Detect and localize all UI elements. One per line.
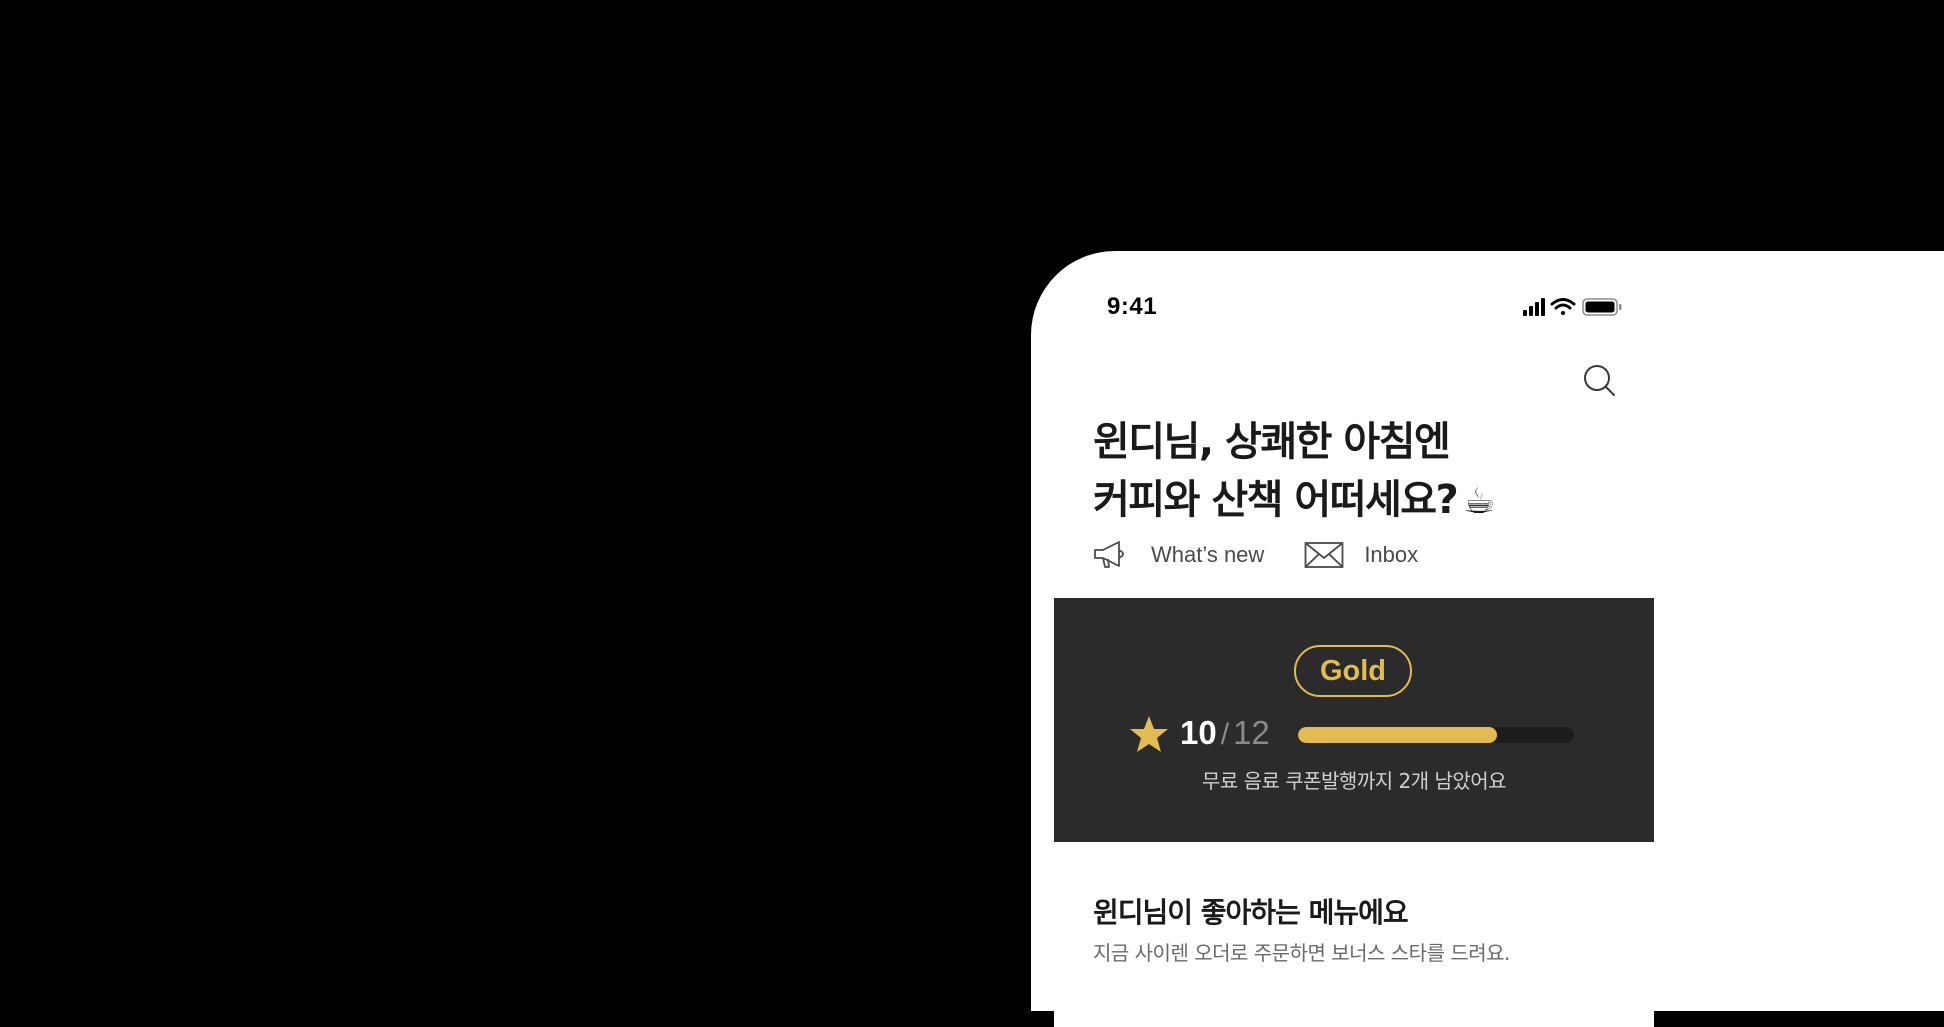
greeting-heading: 윈디님, 상쾌한 아침엔 커피와 산책 어떠세요? ☕ (1093, 413, 1593, 531)
stars-total: 12 (1233, 714, 1270, 751)
rewards-note: 무료 음료 쿠폰발행까지 2개 남았어요 (1201, 769, 1507, 793)
tier-badge: Gold (1294, 645, 1412, 697)
stars-current: 10 (1180, 714, 1217, 751)
star-count: 10/12 (1180, 714, 1270, 752)
favorites-title: 윈디님이 좋아하는 메뉴에요 (1093, 896, 1409, 929)
megaphone-icon (1094, 541, 1124, 568)
star-progress-fill (1298, 727, 1497, 743)
stars-separator: / (1220, 718, 1230, 751)
coffee-emoji: ☕ (1463, 481, 1495, 522)
status-bar: 9:41 (1031, 251, 1656, 327)
phone-frame: 9:41 윈디님, 상쾌한 아침엔 커피와 산책 어떠세요? ☕ What’s … (1031, 251, 1944, 1027)
status-icons (1523, 298, 1622, 316)
battery-icon (1582, 298, 1622, 316)
greeting-line-1: 윈디님, 상쾌한 아침엔 (1093, 419, 1451, 465)
home-screen: 윈디님, 상쾌한 아침엔 커피와 산책 어떠세요? ☕ What’s new In… (1054, 327, 1654, 1027)
inbox-label: Inbox (1364, 542, 1419, 567)
wifi-icon (1550, 298, 1576, 315)
favorites-subtitle: 지금 사이렌 오더로 주문하면 보너스 스타를 드려요. (1093, 941, 1510, 965)
status-time: 9:41 (1107, 293, 1158, 320)
greeting-line-2-text: 커피와 산책 어떠세요? (1093, 477, 1459, 523)
search-button[interactable] (1580, 362, 1620, 402)
rewards-panel[interactable]: Gold 10/12 무료 음료 쿠폰발행까지 2개 남았어요 (1054, 598, 1654, 842)
whats-new-label: What’s new (1151, 542, 1265, 567)
search-icon (1584, 365, 1615, 396)
inbox-link[interactable]: Inbox (1304, 541, 1418, 569)
cellular-signal-icon (1523, 298, 1545, 316)
whats-new-link[interactable]: What’s new (1093, 540, 1264, 570)
quick-links: What’s new Inbox (1093, 535, 1458, 575)
mail-icon (1304, 542, 1344, 568)
star-progress-bar (1298, 727, 1574, 743)
greeting-line-2: 커피와 산책 어떠세요? ☕ (1093, 471, 1593, 531)
star-icon (1130, 716, 1168, 752)
